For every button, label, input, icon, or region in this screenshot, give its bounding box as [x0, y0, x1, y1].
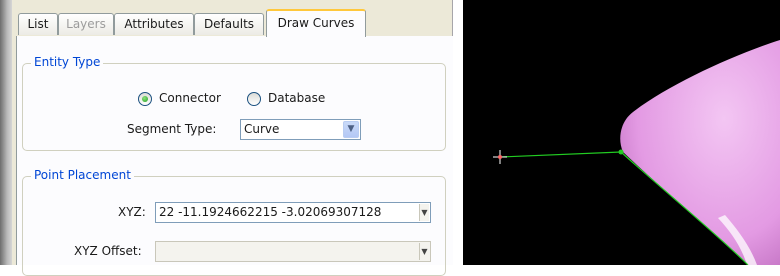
xyz-offset-dropdown-icon[interactable]: ▼ [419, 243, 429, 260]
viewport-canvas [493, 40, 780, 266]
xyz-label: XYZ: [118, 205, 146, 219]
xyz-offset-input[interactable]: ▼ [155, 241, 431, 262]
point-placement-group: Point Placement XYZ: 22 -11.1924662215 -… [22, 168, 446, 276]
tab-draw-curves[interactable]: Draw Curves [266, 9, 366, 37]
tab-layers[interactable]: Layers [58, 13, 114, 35]
surface-shape [620, 40, 780, 265]
xyz-input[interactable]: 22 -11.1924662215 -3.02069307128 ▼ [155, 202, 431, 223]
tab-content: Entity Type Connector Database Segment T… [16, 36, 453, 276]
connector-radio[interactable] [138, 92, 152, 106]
connector-line [499, 151, 622, 158]
segment-type-value: Curve [244, 122, 280, 136]
database-radio[interactable] [247, 92, 261, 106]
xyz-dropdown-icon[interactable]: ▼ [419, 204, 429, 221]
window-edge [0, 0, 12, 265]
point-placement-title: Point Placement [31, 168, 134, 182]
draw-curves-panel: List Layers Attributes Defaults Draw Cur… [12, 0, 453, 276]
tab-bar: List Layers Attributes Defaults Draw Cur… [16, 9, 452, 37]
chevron-down-icon[interactable]: ▼ [343, 121, 359, 138]
crosshair-icon[interactable] [493, 150, 507, 164]
segment-type-select[interactable]: Curve ▼ [240, 119, 361, 140]
connector-endpoint[interactable] [618, 149, 624, 155]
tab-list[interactable]: List [18, 13, 58, 35]
segment-type-label: Segment Type: [127, 122, 217, 136]
database-label[interactable]: Database [268, 91, 325, 105]
xyz-value: 22 -11.1924662215 -3.02069307128 [159, 205, 382, 219]
radio-selected-dot [142, 96, 148, 102]
3d-viewport[interactable] [463, 0, 780, 266]
entity-type-group: Entity Type Connector Database Segment T… [22, 55, 446, 151]
entity-type-title: Entity Type [31, 55, 104, 69]
xyz-offset-label: XYZ Offset: [74, 244, 142, 258]
tab-attributes[interactable]: Attributes [114, 13, 194, 35]
tab-defaults[interactable]: Defaults [194, 13, 264, 35]
connector-label[interactable]: Connector [159, 91, 221, 105]
